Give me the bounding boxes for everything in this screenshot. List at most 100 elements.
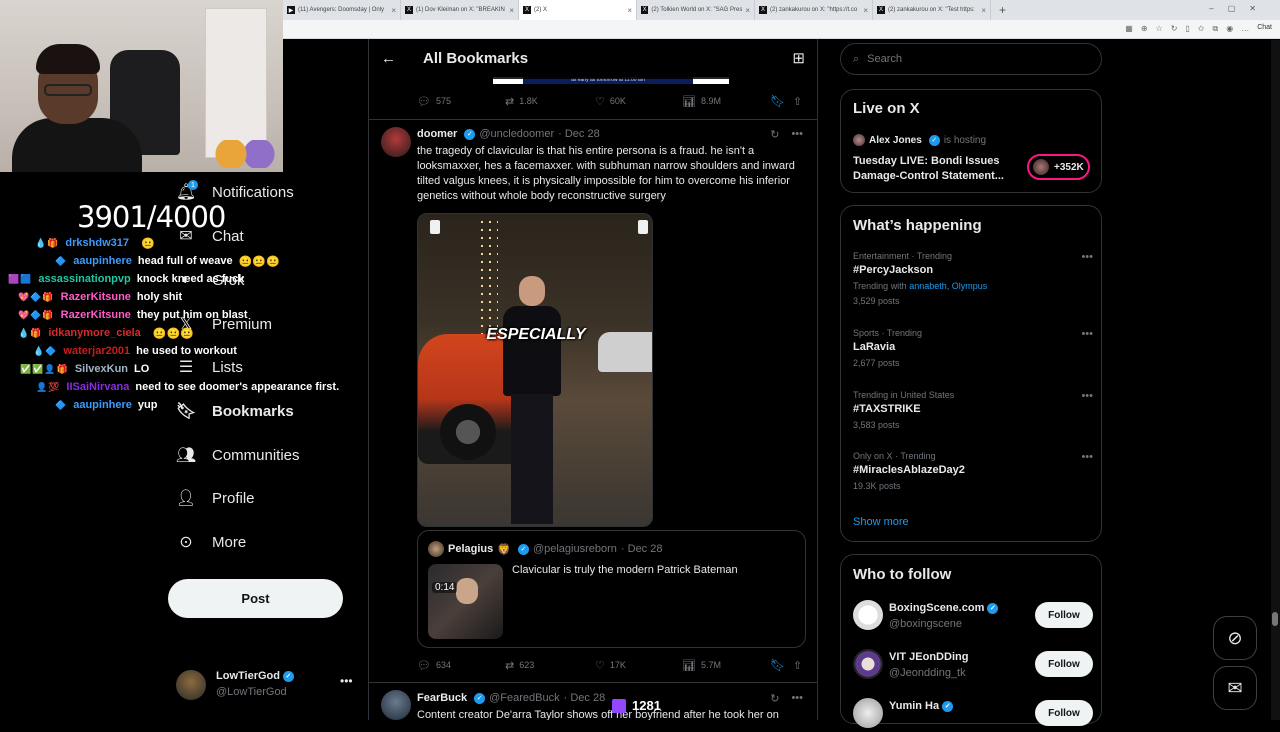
collections-icon[interactable]: ⧉ (1213, 24, 1219, 34)
split-icon[interactable]: ▯ (1185, 24, 1189, 34)
follow-button[interactable]: Follow (1035, 651, 1093, 677)
avatar[interactable] (381, 690, 411, 720)
more-dots-icon[interactable]: ••• (1081, 328, 1093, 340)
follow-button[interactable]: Follow (1035, 602, 1093, 628)
zoom-icon[interactable]: ⊕ (1141, 24, 1148, 34)
more-dots-icon[interactable]: ••• (1081, 390, 1093, 402)
show-more-link[interactable]: Show more (853, 516, 909, 528)
host-name[interactable]: Alex Jones (869, 135, 922, 146)
extensions-icon[interactable]: ▦ (1125, 24, 1133, 34)
tweet-author-handle[interactable]: @uncledoomer (479, 128, 554, 140)
account-switcher[interactable]: LowTierGod ✓ @LowTierGod ••• (176, 668, 356, 702)
verified-badge-icon: ✓ (942, 700, 954, 712)
reply-button[interactable]: 💬︎ 634 (417, 659, 451, 672)
close-tab-icon[interactable]: × (981, 6, 986, 15)
bookmark-filled-icon[interactable]: 🔖︎ (770, 658, 785, 672)
quote-video-thumbnail[interactable] (428, 564, 503, 639)
trend-item[interactable]: Trending in United States #TAXSTRIKE 3,5… (853, 390, 1093, 430)
live-listeners-pill[interactable]: +352K (1027, 154, 1090, 180)
repost-icon: ⇄ (505, 95, 515, 108)
nav-more[interactable]: ⊙ More (176, 528, 246, 556)
tweet-author-name[interactable]: FearBuck (417, 692, 467, 704)
follow-suggestion[interactable]: BoxingScene.com ✓ @boxingscene Follow (853, 600, 1093, 634)
favorites-icon[interactable]: ✩ (1198, 24, 1205, 34)
bookmark-folder-add-icon[interactable]: ⊞ (792, 49, 805, 67)
tweet-author-name[interactable]: doomer (417, 128, 457, 140)
browser-tab[interactable]: X (2) zankakurou on X: "https://t.co × (755, 0, 873, 20)
browser-tab-active[interactable]: X (2) X × (519, 0, 637, 20)
tweet-video[interactable]: ESPECIALLY (417, 213, 653, 527)
video-caption: ESPECIALLY (486, 326, 586, 343)
grok-explain-icon[interactable]: ↻ (770, 128, 779, 141)
nav-bookmarks[interactable]: 🔖︎ Bookmarks (176, 397, 294, 425)
window-controls[interactable]: –▢✕ (1209, 4, 1270, 13)
close-tab-icon[interactable]: × (745, 6, 750, 15)
profile-icon[interactable]: ◉ (1226, 24, 1233, 34)
trend-item[interactable]: Entertainment · Trending #PercyJackson T… (853, 251, 1093, 306)
grok-floating-button[interactable]: ⊘ (1213, 616, 1257, 660)
tweet-author-handle[interactable]: @FearedBuck (489, 692, 559, 704)
new-tab-icon[interactable]: + (991, 3, 1014, 17)
repost-button[interactable]: ⇄ 623 (505, 659, 534, 672)
search-input[interactable]: ⌕ Search (840, 43, 1102, 75)
like-button[interactable]: ♡ 17K (595, 659, 626, 672)
communities-icon: 👥︎ (175, 447, 197, 464)
grok-explain-icon[interactable]: ↻ (770, 692, 779, 705)
more-dots-icon[interactable]: ••• (791, 692, 803, 705)
more-dots-icon[interactable]: ••• (1081, 251, 1093, 263)
views-button[interactable]: 📊︎ 5.7M (682, 659, 721, 672)
share-icon[interactable]: ⇧ (793, 659, 802, 672)
space-title[interactable]: Tuesday LIVE: Bondi Issues Damage-Contro… (853, 154, 1023, 184)
avatar[interactable] (381, 127, 411, 157)
avatar (428, 541, 444, 557)
heart-icon: ♡ (595, 659, 605, 672)
chat-message: 👤💯 IISaiNirvana need to see doomer's appea… (36, 381, 340, 393)
nav-communities[interactable]: 👥︎ Communities (176, 441, 300, 469)
more-dots-icon[interactable]: ••• (1081, 451, 1093, 463)
close-tab-icon[interactable]: × (391, 6, 396, 15)
back-arrow-icon[interactable]: ← (381, 50, 396, 67)
close-tab-icon[interactable]: × (863, 6, 868, 15)
trend-item[interactable]: Only on X · Trending #MiraclesAblazeDay2… (853, 451, 1093, 491)
close-tab-icon[interactable]: × (509, 6, 514, 15)
like-button[interactable]: ♡ 60K (595, 95, 626, 108)
tweet-date[interactable]: · Dec 28 (558, 128, 600, 140)
grok-icon: ⊘ (1227, 627, 1243, 648)
trend-item[interactable]: Sports · Trending LaRavia 2,677 posts ••… (853, 328, 1093, 368)
messages-floating-button[interactable]: ✉︎ (1213, 666, 1257, 710)
follow-suggestion[interactable]: VIT JEonDDing @Jeondding_tk Follow (853, 649, 1093, 683)
tweet-date[interactable]: · Dec 28 (564, 692, 606, 704)
scrollbar-thumb[interactable] (1272, 612, 1278, 626)
more-circle-icon: ⊙ (179, 534, 193, 551)
repost-button[interactable]: ⇄ 1.8K (505, 95, 538, 108)
reply-button[interactable]: 💬︎ 575 (417, 95, 451, 108)
follow-button[interactable]: Follow (1035, 700, 1093, 726)
copilot-chat-button[interactable]: Chat (1257, 24, 1272, 34)
bookmark-filled-icon[interactable]: 🔖︎ (770, 94, 785, 108)
card-title: What’s happening (853, 217, 982, 234)
menu-dots-icon[interactable]: … (1241, 24, 1249, 34)
follow-suggestion[interactable]: Yumin Ha ✓ Follow (853, 698, 1093, 732)
tweet-action-bar: 💬︎ 634 ⇄ 623 ♡ 17K 📊︎ 5.7M 🔖︎ ⇧ (417, 657, 807, 673)
avatar (853, 134, 865, 146)
tweet-header: doomer ✓ @uncledoomer · Dec 28 (417, 128, 600, 140)
reload-icon[interactable]: ↻ (1171, 24, 1178, 34)
bookmark-icon: 🔖︎ (175, 403, 197, 420)
post-button[interactable]: Post (168, 579, 343, 618)
favorite-icon[interactable]: ☆ (1156, 24, 1163, 34)
chat-badges: 💧🎁 (35, 237, 60, 248)
more-dots-icon[interactable]: ••• (340, 674, 353, 688)
avatar (1033, 159, 1049, 175)
close-tab-icon[interactable]: × (627, 6, 632, 15)
views-button[interactable]: 📊︎ 8.9M (682, 95, 721, 108)
bookmarks-timeline[interactable]: as early as tomorrow at 11:00 am ← All B… (368, 39, 818, 720)
bell-icon: 🔔︎ 1 (175, 180, 198, 201)
share-icon[interactable]: ⇧ (793, 95, 802, 108)
browser-tab[interactable]: ▶ (11) Avengers: Doomsday | Only × (283, 0, 401, 20)
quoted-tweet[interactable]: Pelagius 🦁 ✓ @pelagiusreborn · Dec 28 0:… (417, 530, 806, 648)
more-dots-icon[interactable]: ••• (791, 128, 803, 141)
browser-tab[interactable]: X (2) zankakurou on X: "Test https: × (873, 0, 991, 20)
browser-tab[interactable]: X (1) Dov Kleiman on X: "BREAKIN × (401, 0, 519, 20)
browser-tab[interactable]: X (2) Tolkien World on X: "SAG Pres × (637, 0, 755, 20)
nav-profile[interactable]: 👤︎ Profile (176, 484, 255, 512)
